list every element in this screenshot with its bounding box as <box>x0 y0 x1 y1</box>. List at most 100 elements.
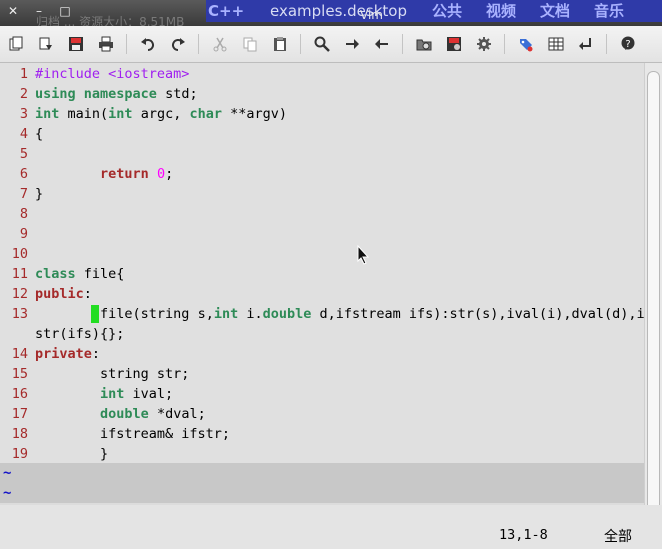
code-line[interactable]: str(ifs){}; <box>0 324 124 344</box>
background-file: examples.desktop <box>270 2 407 20</box>
cut-icon[interactable] <box>212 36 228 52</box>
settings-icon[interactable] <box>476 36 492 52</box>
tags-icon[interactable] <box>518 36 534 52</box>
code-line[interactable]: 17 double *dval; <box>0 404 206 424</box>
background-tag: C++ <box>208 2 245 20</box>
open-icon[interactable] <box>8 36 24 52</box>
toolbar-separator <box>504 34 505 54</box>
close-window-button[interactable]: ✕ <box>4 3 22 19</box>
code-token: std; <box>156 86 198 102</box>
code-line[interactable]: 10 <box>0 244 28 264</box>
find-next-icon[interactable] <box>344 36 360 52</box>
code-token: **argv) <box>221 106 288 122</box>
code-line[interactable]: 7} <box>0 184 43 204</box>
code-text: } <box>35 444 108 464</box>
code-line[interactable]: 19 } <box>0 444 108 464</box>
code-token: int <box>100 386 125 402</box>
line-number: 1 <box>19 66 28 82</box>
undo-icon[interactable] <box>140 36 156 52</box>
code-line[interactable]: 15 string str; <box>0 364 190 384</box>
code-line[interactable]: 13 file(string s,int i.double d,ifstream… <box>0 304 653 324</box>
code-text: { <box>35 124 43 144</box>
line-number: 2 <box>19 86 28 102</box>
tilde-marker: ~ <box>3 465 12 481</box>
code-line[interactable]: 6 return 0; <box>0 164 173 184</box>
text-cursor <box>91 305 99 323</box>
find-icon[interactable] <box>314 36 330 52</box>
status-line: 13,1-8 全部 <box>0 505 662 549</box>
background-window-text: 归档 ... 资源大小：8.51MB <box>36 15 185 26</box>
jump-icon[interactable] <box>578 36 594 52</box>
code-text: #include <iostream> <box>35 64 189 84</box>
code-line[interactable]: 3 int main(int argc, char **argv) <box>0 104 287 124</box>
code-text: return 0; <box>35 164 173 184</box>
make-icon[interactable] <box>446 36 462 52</box>
toolbar: ? <box>0 26 662 63</box>
code-token: <iostream> <box>108 66 190 82</box>
editor-text-area[interactable]: 1 #include <iostream> 2 using namespace std… <box>0 63 653 464</box>
save-icon[interactable] <box>68 36 84 52</box>
code-text: ifstream& ifstr; <box>35 424 230 444</box>
find-prev-icon[interactable] <box>374 36 390 52</box>
toolbar-separator <box>198 34 199 54</box>
code-token: file(string s, <box>100 306 214 322</box>
table-icon[interactable] <box>548 36 564 52</box>
print-icon[interactable] <box>98 36 114 52</box>
code-token: class <box>35 266 76 282</box>
code-line[interactable]: 16 int ival; <box>0 384 173 404</box>
code-line[interactable]: 18 ifstream& ifstr; <box>0 424 230 444</box>
code-token: i. <box>238 306 263 322</box>
vertical-scrollbar[interactable] <box>644 63 662 549</box>
code-token: public <box>35 286 84 302</box>
tilde-marker: ~ <box>3 485 12 501</box>
code-line[interactable]: 4{ <box>0 124 43 144</box>
code-token: int <box>213 306 239 322</box>
line-number: 6 <box>19 166 28 182</box>
line-number: 11 <box>11 266 28 282</box>
code-line[interactable]: 14 private: <box>0 344 100 364</box>
code-line[interactable]: 12 public: <box>0 284 92 304</box>
background-tab: 音乐 <box>594 2 625 20</box>
line-number: 9 <box>19 226 28 242</box>
code-text: double *dval; <box>35 404 206 424</box>
code-line[interactable]: 8 <box>0 204 28 224</box>
copy-icon[interactable] <box>242 36 258 52</box>
run-script-icon[interactable] <box>416 36 432 52</box>
code-token: main( <box>59 106 109 122</box>
code-line[interactable]: 5 <box>0 144 28 164</box>
load-session-icon[interactable] <box>38 36 54 52</box>
code-text: using namespace std; <box>35 84 198 104</box>
end-of-buffer-area: ~ ~ <box>0 463 644 503</box>
help-icon[interactable]: ? <box>620 36 636 52</box>
code-line[interactable]: 11 class file{ <box>0 264 125 284</box>
line-number: 8 <box>19 206 28 222</box>
redo-icon[interactable] <box>170 36 186 52</box>
code-token: : <box>91 346 101 362</box>
toolbar-separator <box>606 34 607 54</box>
line-number: 3 <box>19 106 28 122</box>
code-token: double <box>262 306 312 322</box>
title-bar: ✕ – □ 归档 ... 资源大小：8.51MB C++ examples.de… <box>0 0 662 26</box>
line-number: 15 <box>11 366 28 382</box>
code-line[interactable]: 2 using namespace std; <box>0 84 198 104</box>
toolbar-separator <box>126 34 127 54</box>
code-text: string str; <box>35 364 189 384</box>
code-line[interactable]: 1 #include <iostream> <box>0 64 190 84</box>
code-token: ; <box>165 166 174 182</box>
code-text: int main(int argc, char **argv) <box>35 104 287 124</box>
line-number: 13 <box>11 306 28 322</box>
background-tab: 公共 <box>432 2 463 20</box>
code-text: public: <box>35 284 92 304</box>
paste-icon[interactable] <box>272 36 288 52</box>
code-text: str(ifs){}; <box>35 324 124 344</box>
code-token: ifstream& ifstr; <box>35 426 231 442</box>
code-text: } <box>35 184 43 204</box>
scrollbar-thumb[interactable] <box>647 71 660 549</box>
line-number: 12 <box>11 286 28 302</box>
code-line[interactable]: 9 <box>0 224 28 244</box>
